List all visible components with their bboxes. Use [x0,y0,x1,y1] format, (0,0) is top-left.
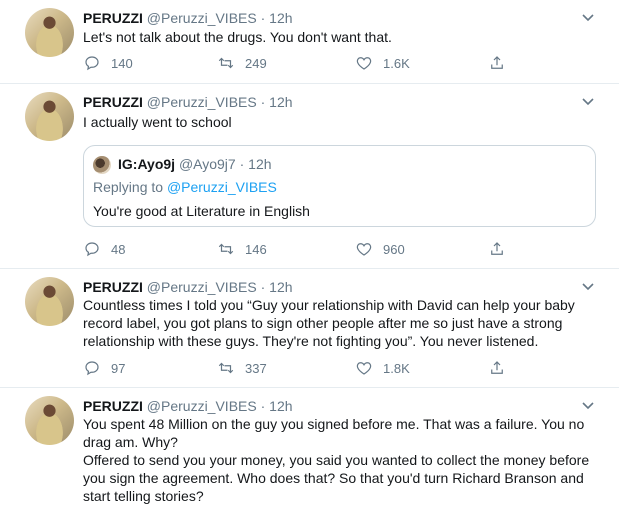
tweet[interactable]: PERUZZI @Peruzzi_VIBES · 12h I actually … [0,84,619,269]
tweet-text-line: you sign the agreement. Who does that? S… [83,470,584,486]
share-button[interactable] [488,240,516,258]
share-icon [491,361,503,374]
timestamp[interactable]: 12h [269,398,292,414]
user-handle[interactable]: @Peruzzi_VIBES [147,94,257,110]
timeline: PERUZZI @Peruzzi_VIBES · 12h Let's not t… [0,0,619,514]
tweet-actions: 140 249 1.6K [83,54,513,74]
retweet-count: 337 [245,360,267,376]
tweet-text-line: record label, you got plans to sign othe… [83,315,563,331]
retweet-button[interactable]: 337 [217,359,267,377]
tweet-text-line: drag am. Why? [83,434,178,450]
tweet[interactable]: PERUZZI @Peruzzi_VIBES · 12h Let's not t… [0,0,619,84]
tweet-header: PERUZZI @Peruzzi_VIBES · 12h [83,93,293,111]
reply-icon [85,242,99,257]
tweet-text-line: Countless times I told you “Guy your rel… [83,297,575,313]
separator-dot: · [260,94,266,110]
share-button[interactable] [488,54,516,72]
separator-dot: · [239,156,245,172]
retweet-icon [218,243,234,255]
reply-icon [85,361,99,376]
quoted-timestamp: 12h [248,156,272,172]
like-count: 1.6K [383,55,410,71]
retweet-count: 249 [245,55,267,71]
separator-dot: · [260,279,266,295]
quoted-tweet[interactable]: IG:Ayo9j @Ayo9j7 · 12h Replying to @Peru… [83,145,596,227]
retweet-button[interactable]: 146 [217,240,267,258]
like-count: 960 [383,241,405,257]
retweet-button[interactable]: 249 [217,54,267,72]
display-name[interactable]: PERUZZI [83,398,143,414]
tweet-header: PERUZZI @Peruzzi_VIBES · 12h [83,278,293,296]
display-name[interactable]: PERUZZI [83,279,143,295]
retweet-count: 146 [245,241,267,257]
quoted-text: You're good at Literature in English [93,203,310,219]
heart-icon [356,243,372,256]
avatar[interactable] [25,8,74,57]
tweet-text-line: Offered to send you your money, you said… [83,452,590,468]
reply-count: 97 [111,360,126,376]
chevron-down-icon[interactable] [581,398,595,412]
reply-icon [85,56,99,71]
display-name[interactable]: PERUZZI [83,10,143,26]
timestamp[interactable]: 12h [269,94,292,110]
quoted-display-name: IG:Ayo9j [118,156,176,172]
retweet-icon [218,57,234,69]
replying-to-label: Replying to [93,179,164,195]
user-handle[interactable]: @Peruzzi_VIBES [147,10,257,26]
user-handle[interactable]: @Peruzzi_VIBES [147,398,257,414]
user-handle[interactable]: @Peruzzi_VIBES [147,279,257,295]
heart-icon [356,57,372,70]
chevron-down-icon[interactable] [581,94,595,108]
tweet-text-line: start telling stories? [83,488,204,504]
reply-button[interactable]: 97 [83,359,125,377]
replying-to: Replying to @Peruzzi_VIBES [93,179,277,195]
reply-button[interactable]: 140 [83,54,133,72]
share-button[interactable] [488,359,516,377]
tweet-text: You spent 48 Million on the guy you sign… [83,415,598,505]
tweet-text: I actually went to school [83,114,232,130]
separator-dot: · [260,10,266,26]
tweet-text: Let's not talk about the drugs. You don'… [83,29,392,45]
tweet-header: PERUZZI @Peruzzi_VIBES · 12h [83,9,293,27]
tweet[interactable]: PERUZZI @Peruzzi_VIBES · 12h Countless t… [0,269,619,388]
display-name[interactable]: PERUZZI [83,94,143,110]
tweet-text-line: You spent 48 Million on the guy you sign… [83,416,585,432]
like-button[interactable]: 1.8K [355,359,410,377]
share-icon [491,56,503,69]
retweet-icon [218,362,234,374]
share-icon [491,242,503,255]
like-button[interactable]: 1.6K [355,54,410,72]
avatar[interactable] [25,277,74,326]
like-button[interactable]: 960 [355,240,405,258]
tweet-actions: 97 337 1.8K [83,359,513,379]
separator-dot: · [260,398,266,414]
tweet-text: Countless times I told you “Guy your rel… [83,296,598,350]
tweet-actions: 48 146 960 [83,240,513,260]
quoted-handle: @Ayo9j7 [178,156,236,172]
timestamp[interactable]: 12h [269,279,292,295]
chevron-down-icon[interactable] [581,279,595,293]
like-count: 1.8K [383,360,410,376]
tweet-text-line: relationship with these guys. They're no… [83,333,539,349]
reply-button[interactable]: 48 [83,240,125,258]
tweet[interactable]: PERUZZI @Peruzzi_VIBES · 12h You spent 4… [0,388,619,514]
tweet-header: PERUZZI @Peruzzi_VIBES · 12h [83,397,293,415]
reply-count: 48 [111,241,126,257]
avatar[interactable] [25,396,74,445]
avatar[interactable] [25,92,74,141]
quoted-header: IG:Ayo9j @Ayo9j7 · 12h [118,155,272,173]
heart-icon [356,362,372,375]
reply-count: 140 [111,55,133,71]
timestamp[interactable]: 12h [269,10,292,26]
chevron-down-icon[interactable] [581,10,595,24]
replying-to-handle[interactable]: @Peruzzi_VIBES [167,179,277,195]
quoted-avatar [93,156,111,174]
